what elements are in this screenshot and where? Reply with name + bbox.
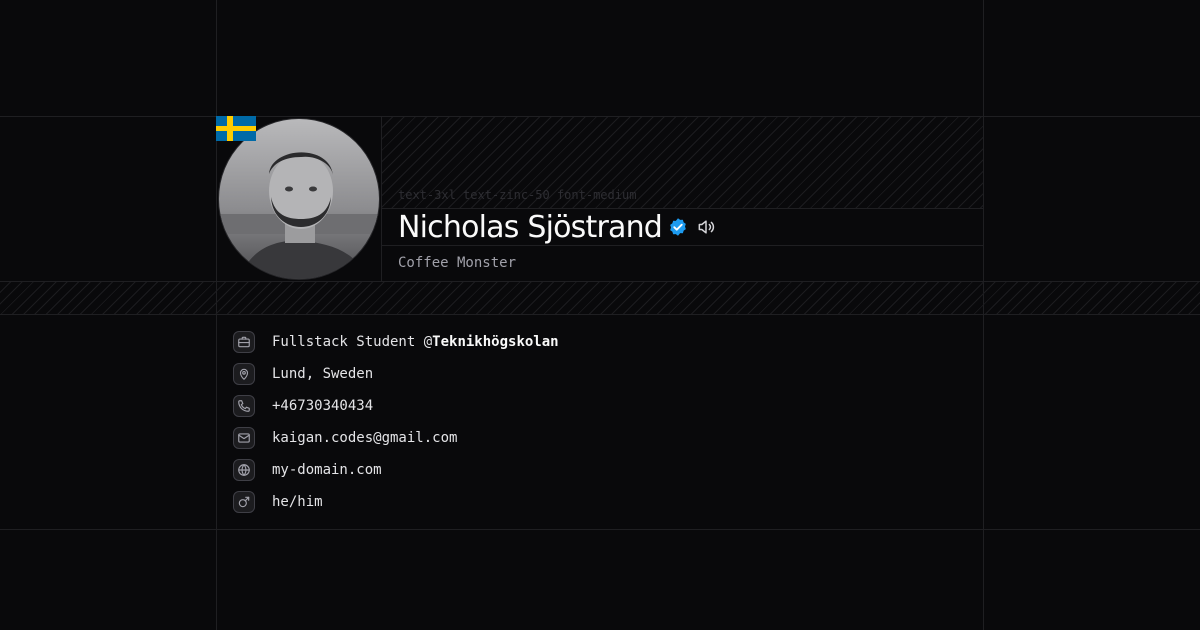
speaker-icon[interactable] xyxy=(696,217,716,237)
code-hint: text-3xl text-zinc-50 font-medium xyxy=(398,188,637,202)
website-link[interactable]: my-domain.com xyxy=(272,462,382,478)
list-item-pronouns: he/him xyxy=(233,490,559,514)
avatar xyxy=(218,118,380,280)
briefcase-icon xyxy=(233,331,255,353)
email-link[interactable]: kaigan.codes@gmail.com xyxy=(272,430,457,446)
map-pin-icon xyxy=(233,363,255,385)
list-item-job: Fullstack Student @Teknikhögskolan xyxy=(233,330,559,354)
pronouns-text: he/him xyxy=(272,494,323,510)
grid-line xyxy=(382,245,983,246)
grid-line xyxy=(0,529,1200,530)
mars-icon xyxy=(233,491,255,513)
separator-pattern xyxy=(0,282,1200,314)
company-link[interactable]: Teknikhögskolan xyxy=(432,334,558,350)
list-item-email: kaigan.codes@gmail.com xyxy=(233,426,559,450)
info-list: Fullstack Student @Teknikhögskolan Lund,… xyxy=(233,330,559,522)
list-item-location: Lund, Sweden xyxy=(233,362,559,386)
name-row: Nicholas Sjöstrand xyxy=(398,209,716,245)
tagline: Coffee Monster xyxy=(398,255,517,271)
display-name: Nicholas Sjöstrand xyxy=(398,209,663,245)
job-text: Fullstack Student @Teknikhögskolan xyxy=(272,334,559,350)
mail-icon xyxy=(233,427,255,449)
verified-badge-icon xyxy=(668,217,688,237)
location-text: Lund, Sweden xyxy=(272,366,374,382)
sweden-flag xyxy=(216,116,256,141)
list-item-website: my-domain.com xyxy=(233,458,559,482)
grid-line xyxy=(0,314,1200,315)
job-prefix: Fullstack Student @ xyxy=(272,334,433,350)
grid-line xyxy=(216,0,217,630)
globe-icon xyxy=(233,459,255,481)
list-item-phone: +46730340434 xyxy=(233,394,559,418)
phone-link[interactable]: +46730340434 xyxy=(272,398,373,414)
phone-icon xyxy=(233,395,255,417)
grid-line xyxy=(983,0,984,630)
